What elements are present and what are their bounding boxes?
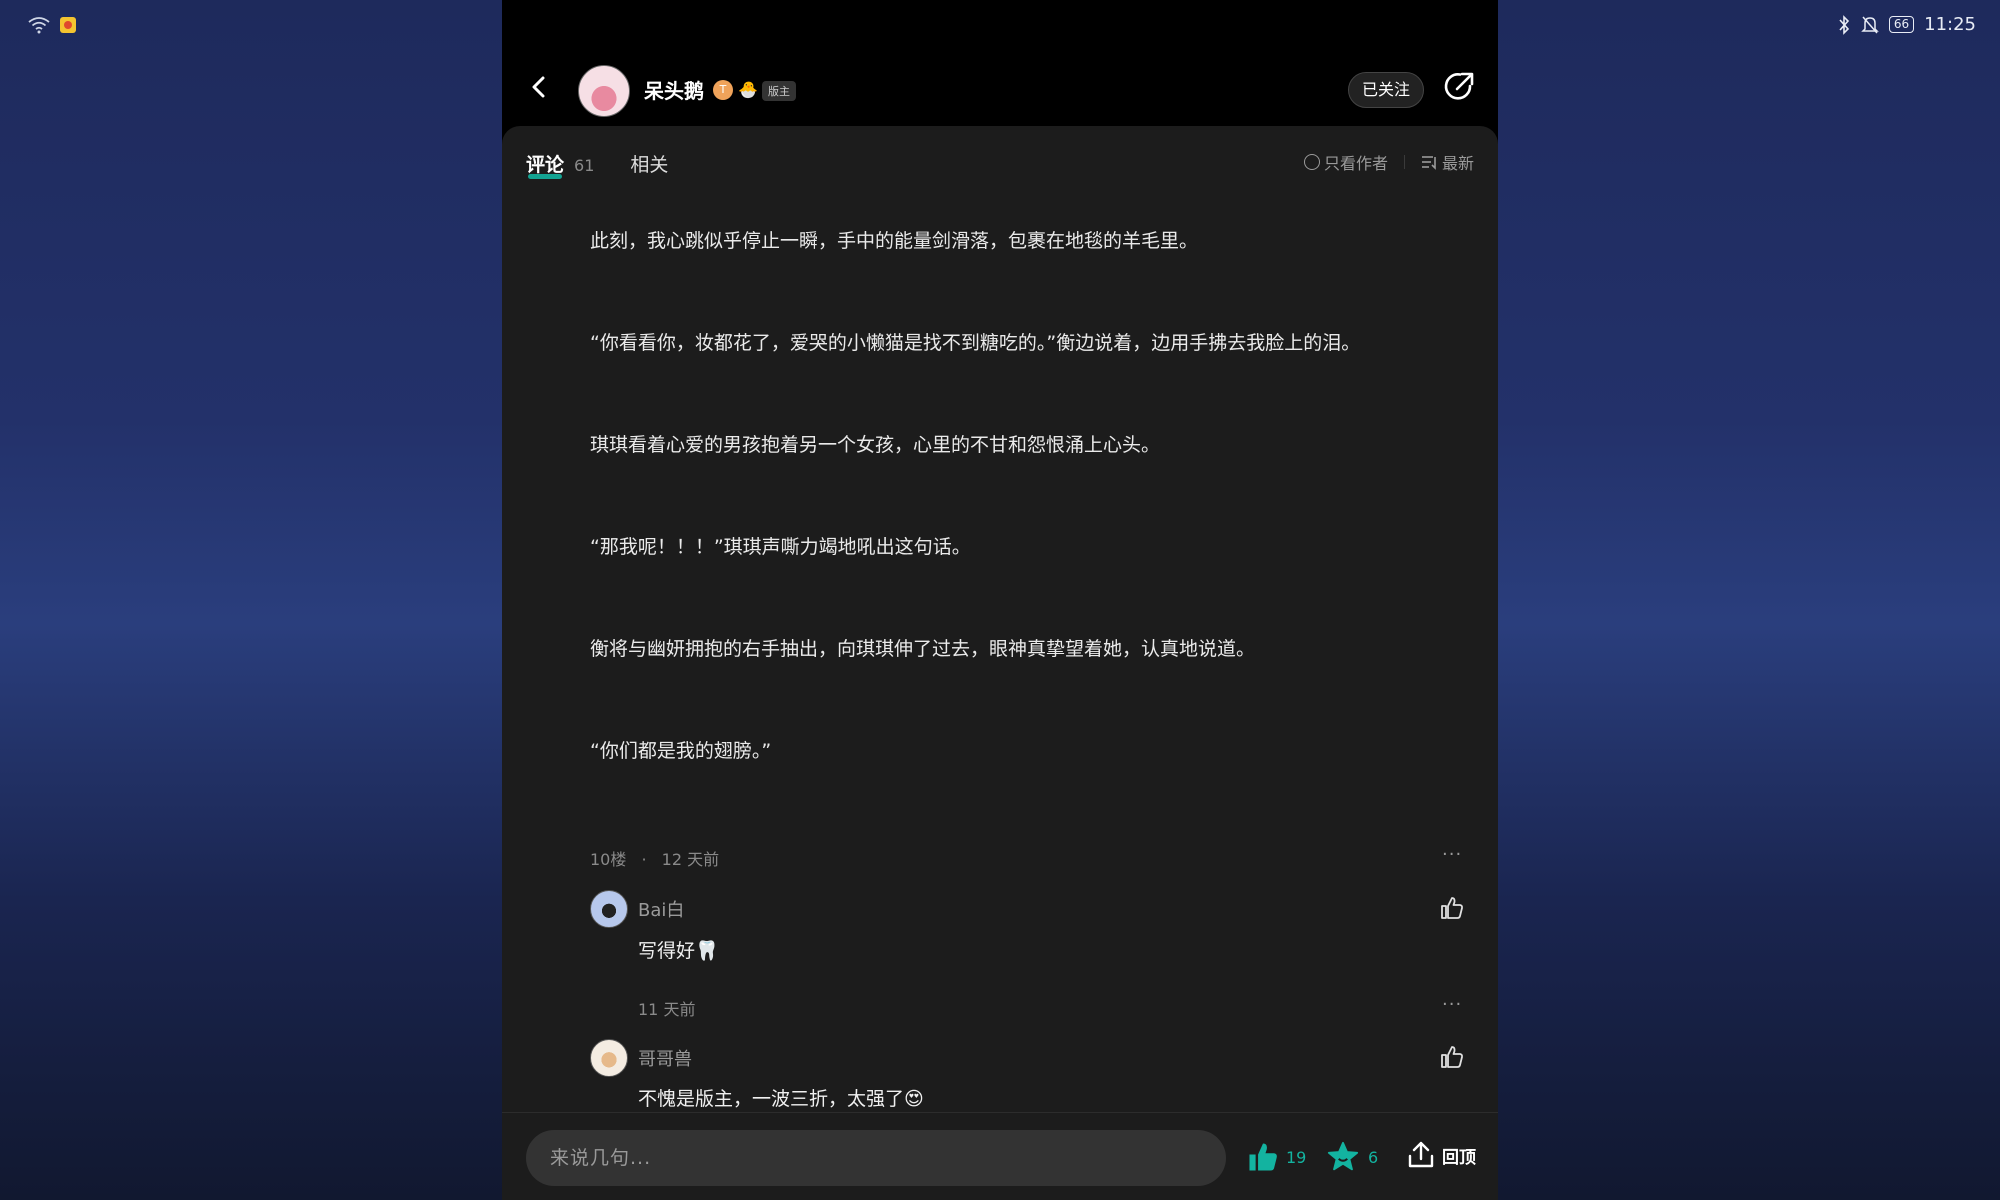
story-paragraph: 琪琪看着心爱的男孩抱着另一个女孩，心里的不甘和怨恨涌上心头。 <box>590 434 1161 456</box>
thumbs-up-filled-icon <box>1249 1143 1277 1171</box>
comment-text: 不愧是版主，一波三折，太强了😍 <box>638 1088 924 1110</box>
status-bar-left <box>28 16 76 34</box>
commenter-name[interactable]: Bai白 <box>638 896 684 922</box>
tab-related[interactable]: 相关 <box>630 150 668 177</box>
more-options-button[interactable]: ··· <box>1442 844 1462 865</box>
status-bar-right: 66 11:25 <box>1837 14 1976 35</box>
thumbs-up-icon[interactable] <box>1439 895 1465 921</box>
post-content: 此刻，我心跳似乎停止一瞬，手中的能量剑滑落，包裹在地毯的羊毛里。 “你看看你，妆… <box>590 226 1470 838</box>
sort-icon[interactable] <box>1421 154 1439 170</box>
heart-eyes-emoji: 😍 <box>904 1088 924 1110</box>
post-meta: 10楼 · 12 天前 <box>590 846 719 870</box>
filter-bar: 只看作者 最新 <box>1303 150 1474 174</box>
app-window: 呆头鹅 T 🐣 版主 已关注 评论 61 相关 只看作者 最新 此刻，我心跳似乎… <box>502 0 1498 1200</box>
favorite-count: 6 <box>1368 1147 1379 1167</box>
moderator-badge: 版主 <box>762 81 796 101</box>
author-avatar[interactable] <box>578 65 630 117</box>
tooth-emoji: 🦷 <box>695 940 719 962</box>
story-paragraph: 此刻，我心跳似乎停止一瞬，手中的能量剑滑落，包裹在地毯的羊毛里。 <box>590 230 1199 252</box>
reply-time: 11 天前 <box>638 1000 696 1019</box>
back-arrow-icon[interactable] <box>528 76 550 98</box>
divider <box>1403 155 1405 169</box>
star-filled-icon <box>1327 1141 1359 1171</box>
floor-number: 10楼 <box>590 850 627 869</box>
sort-latest[interactable]: 最新 <box>1442 150 1474 174</box>
favorite-button[interactable]: 6 <box>1326 1141 1378 1173</box>
author-name[interactable]: 呆头鹅 <box>644 75 704 104</box>
meta-dot: · <box>641 850 647 869</box>
more-options-button[interactable]: ··· <box>1442 994 1462 1015</box>
comment-text: 写得好🦷 <box>638 940 719 962</box>
tab-comments[interactable]: 评论 <box>526 150 564 179</box>
battery-icon: 66 <box>1888 16 1915 33</box>
wifi-icon <box>28 17 50 34</box>
commenter-name[interactable]: 哥哥兽 <box>638 1045 692 1071</box>
back-to-top-button[interactable]: 回顶 <box>1406 1139 1476 1171</box>
follow-button[interactable]: 已关注 <box>1348 72 1424 108</box>
comments-count: 61 <box>574 156 595 175</box>
radio-icon[interactable] <box>1303 154 1320 170</box>
bottom-action-bar: 来说几句... 19 6 回顶 <box>502 1112 1498 1200</box>
post-time: 12 天前 <box>661 850 720 869</box>
emoji-badge: 🐣 <box>738 80 758 99</box>
avatar[interactable] <box>590 890 628 928</box>
clock: 11:25 <box>1924 14 1976 35</box>
story-paragraph: “那我呢！！！”琪琪声嘶力竭地吼出这句话。 <box>590 536 971 558</box>
story-paragraph: 衡将与幽妍拥抱的右手抽出，向琪琪伸了过去，眼神真挚望着她，认真地说道。 <box>590 638 1256 660</box>
level-badge: T <box>713 80 733 100</box>
tab-bar: 评论 61 相关 <box>526 150 668 179</box>
comments-sheet: 评论 61 相关 只看作者 最新 此刻，我心跳似乎停止一瞬，手中的能量剑滑落，包… <box>502 126 1498 1200</box>
mute-bell-icon <box>1861 16 1879 33</box>
story-paragraph: “你看看你，妆都花了，爱哭的小懒猫是找不到糖吃的。”衡边说着，边用手拂去我脸上的… <box>590 332 1361 354</box>
app-notification-icon <box>60 17 76 33</box>
avatar[interactable] <box>590 1039 628 1077</box>
header-bar: 呆头鹅 T 🐣 版主 已关注 <box>502 50 1498 130</box>
bluetooth-icon <box>1839 14 1849 35</box>
upload-arrow-icon <box>1408 1141 1434 1168</box>
like-count: 19 <box>1286 1147 1307 1167</box>
back-to-top-label: 回顶 <box>1442 1147 1476 1168</box>
comment-input[interactable]: 来说几句... <box>526 1130 1226 1186</box>
like-button[interactable]: 19 <box>1246 1141 1306 1173</box>
thumbs-up-icon[interactable] <box>1439 1044 1465 1070</box>
author-only-filter[interactable]: 只看作者 <box>1324 150 1388 174</box>
share-icon[interactable] <box>1442 70 1476 104</box>
story-paragraph: “你们都是我的翅膀。” <box>590 740 772 762</box>
